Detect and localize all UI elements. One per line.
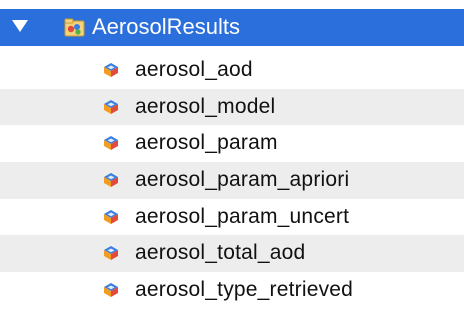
tree-children: aerosol_aod aerosol_model aerosol_param …	[0, 52, 464, 309]
tree-item-variable[interactable]: aerosol_type_retrieved	[0, 272, 464, 309]
tree-item-variable[interactable]: aerosol_param_apriori	[0, 162, 464, 199]
variable-icon	[103, 245, 119, 261]
group-folder-icon	[64, 18, 85, 37]
variable-icon	[103, 135, 119, 151]
variable-icon	[103, 62, 119, 78]
variable-label: aerosol_model	[135, 94, 276, 118]
tree-item-variable[interactable]: aerosol_aod	[0, 52, 464, 89]
variable-label: aerosol_param_apriori	[135, 168, 350, 192]
variable-label: aerosol_type_retrieved	[135, 278, 354, 302]
variable-icon	[103, 172, 119, 188]
group-label: AerosolResults	[92, 14, 240, 39]
variable-label: aerosol_param	[135, 131, 278, 155]
tree-group-aerosolresults[interactable]: AerosolResults	[0, 9, 464, 46]
tree-item-variable[interactable]: aerosol_param_uncert	[0, 199, 464, 236]
variable-label: aerosol_total_aod	[135, 241, 306, 265]
tree-item-variable[interactable]: aerosol_param	[0, 125, 464, 162]
disclosure-triangle-expanded-icon[interactable]	[12, 20, 28, 32]
tree-item-variable[interactable]: aerosol_model	[0, 88, 464, 126]
variable-icon	[103, 282, 119, 298]
variable-icon	[103, 99, 119, 115]
variable-icon	[103, 209, 119, 225]
variable-tree: AerosolResults aerosol_aod aerosol_model…	[0, 0, 464, 325]
variable-label: aerosol_param_uncert	[135, 204, 350, 228]
variable-label: aerosol_aod	[135, 58, 253, 81]
tree-item-variable[interactable]: aerosol_total_aod	[0, 235, 464, 273]
